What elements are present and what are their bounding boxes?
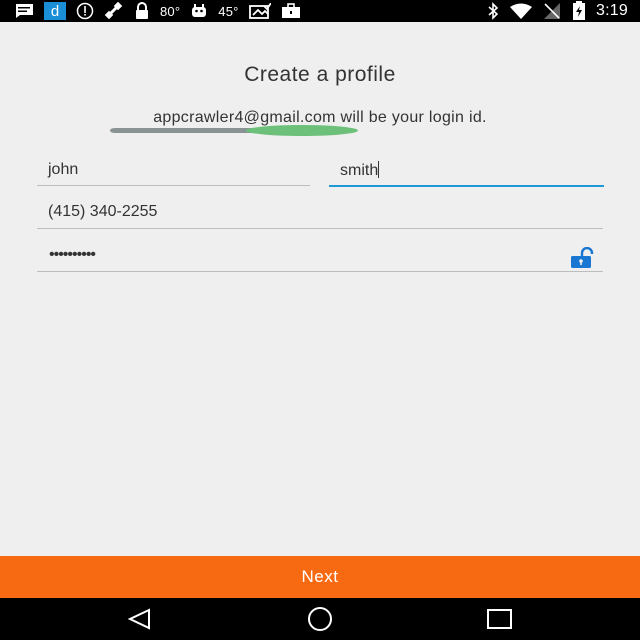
temperature-1: 80°: [160, 3, 181, 19]
briefcase-icon: [281, 3, 301, 19]
home-icon[interactable]: [305, 607, 335, 636]
lock-icon: [134, 2, 150, 20]
photo-check-icon: [248, 3, 271, 19]
status-right: 3:19: [486, 1, 628, 21]
temperature-2: 45°: [218, 3, 239, 19]
first-name-value: john: [48, 161, 79, 178]
info-icon: [76, 2, 94, 20]
status-left: d 80° 45°: [14, 2, 301, 20]
no-signal-icon: [542, 2, 562, 20]
password-mask: ••••••••••: [49, 246, 96, 263]
battery-charging-icon: [572, 1, 586, 21]
svg-text:d: d: [51, 3, 59, 20]
status-bar: d 80° 45° 3:19: [0, 0, 640, 22]
email-highlight-bar: [110, 125, 358, 136]
last-name-value: smith: [340, 161, 380, 180]
password-field[interactable]: ••••••••••: [37, 243, 603, 272]
message-icon: [14, 3, 34, 19]
wifi-icon: [510, 3, 533, 19]
clock: 3:19: [596, 2, 628, 19]
android-icon: [190, 3, 208, 19]
next-button[interactable]: Next: [0, 556, 640, 598]
page-title: Create a profile: [244, 63, 396, 86]
back-icon[interactable]: [126, 607, 154, 636]
last-name-field[interactable]: smith: [329, 159, 604, 187]
unlock-icon[interactable]: [569, 246, 595, 274]
recents-icon[interactable]: [486, 607, 514, 636]
navigation-bar: [0, 598, 640, 640]
app-d-icon: d: [44, 2, 66, 20]
satellite-icon: [104, 2, 124, 20]
last-name-text: smith: [340, 162, 379, 179]
first-name-field[interactable]: john: [37, 159, 310, 186]
phone-field[interactable]: (415) 340-2255: [37, 201, 603, 229]
bluetooth-icon: [486, 2, 500, 20]
text-cursor: [378, 161, 380, 178]
phone-value: (415) 340-2255: [48, 203, 158, 220]
